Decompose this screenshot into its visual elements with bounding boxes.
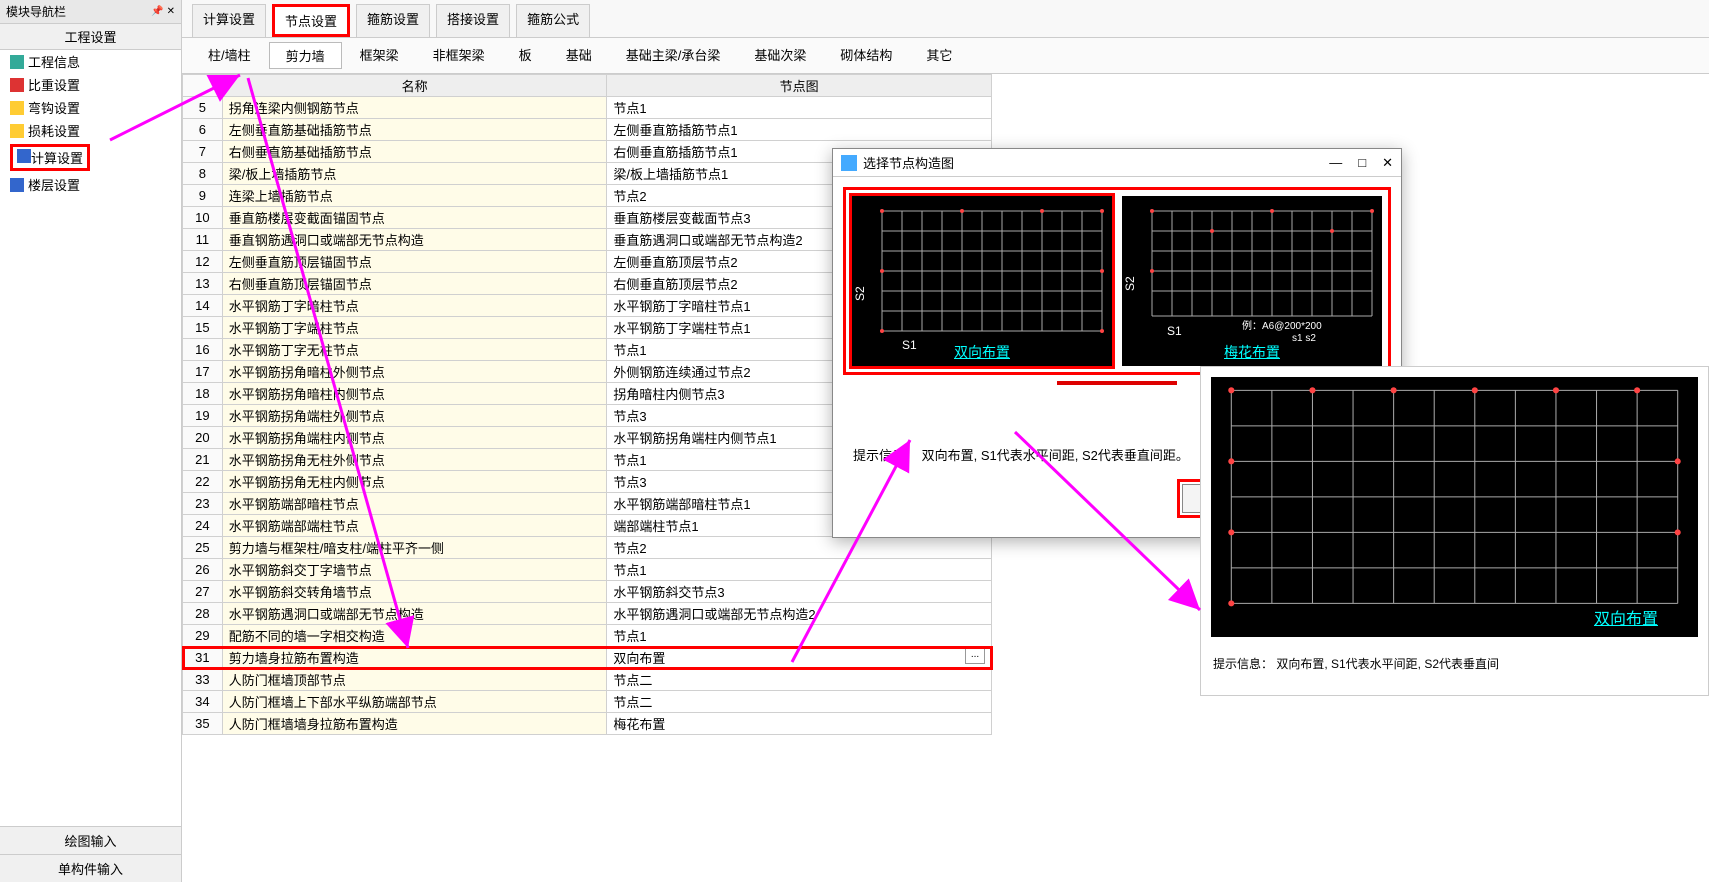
- subtab-4[interactable]: 板: [503, 42, 548, 69]
- sidebar-item-4[interactable]: 计算设置: [0, 142, 181, 173]
- svg-text:S1: S1: [902, 338, 917, 352]
- minimize-icon[interactable]: —: [1329, 155, 1342, 171]
- preview-row: S2 S1 双向布置 S2 S1 例：A6@200*200: [843, 187, 1391, 375]
- right-preview-label: 双向布置: [1594, 605, 1658, 629]
- sidebar-item-5[interactable]: 楼层设置: [0, 173, 181, 196]
- tree-icon: [10, 178, 24, 192]
- preview-2-label: 梅花布置: [1224, 342, 1280, 362]
- subtab-3[interactable]: 非框架梁: [417, 42, 501, 69]
- tree-label: 损耗设置: [28, 121, 80, 140]
- preview-option-1[interactable]: S2 S1 双向布置: [852, 196, 1112, 366]
- tree-label: 比重设置: [28, 75, 80, 94]
- sidebar-item-3[interactable]: 损耗设置: [0, 119, 181, 142]
- tabs-top: 计算设置节点设置箍筋设置搭接设置箍筋公式: [182, 0, 1709, 38]
- sidebar: 模块导航栏 📌 ✕ 工程设置 工程信息比重设置弯钩设置损耗设置计算设置楼层设置 …: [0, 0, 182, 882]
- tree-icon: [10, 55, 24, 69]
- subtab-6[interactable]: 基础主梁/承台梁: [610, 42, 737, 69]
- dialog-title: 选择节点构造图: [863, 153, 954, 172]
- table-row[interactable]: 33人防门框墙顶部节点节点二: [183, 669, 992, 691]
- tree-icon: [10, 78, 24, 92]
- subtab-0[interactable]: 柱/墙柱: [192, 42, 267, 69]
- nav-tree: 工程信息比重设置弯钩设置损耗设置计算设置楼层设置: [0, 50, 181, 826]
- tree-label: 计算设置: [31, 151, 83, 166]
- tree-label: 弯钩设置: [28, 98, 80, 117]
- tree-icon: [10, 124, 24, 138]
- sidebar-item-2[interactable]: 弯钩设置: [0, 96, 181, 119]
- right-preview-pane: 双向布置 提示信息： 双向布置, S1代表水平间距, S2代表垂直间: [1200, 366, 1709, 696]
- tab-3[interactable]: 搭接设置: [436, 4, 510, 37]
- table-row[interactable]: 25剪力墙与框架柱/暗支柱/端柱平齐一侧节点2: [183, 537, 992, 559]
- table-row[interactable]: 6左侧垂直筋基础插筋节点左侧垂直筋插筋节点1: [183, 119, 992, 141]
- th-node: 节点图: [607, 75, 992, 97]
- table-row[interactable]: 31剪力墙身拉筋布置构造双向布置...: [183, 647, 992, 669]
- th-name: 名称: [222, 75, 607, 97]
- subtab-8[interactable]: 砌体结构: [824, 42, 908, 69]
- tree-icon: [17, 149, 31, 163]
- table-row[interactable]: 26水平钢筋斜交丁字墙节点节点1: [183, 559, 992, 581]
- browse-button[interactable]: ...: [965, 648, 985, 664]
- table-row[interactable]: 27水平钢筋斜交转角墙节点水平钢筋斜交节点3: [183, 581, 992, 603]
- sidebar-bottom-single[interactable]: 单构件输入: [0, 854, 181, 882]
- tree-label: 工程信息: [28, 52, 80, 71]
- tab-4[interactable]: 箍筋公式: [516, 4, 590, 37]
- sidebar-section-title: 工程设置: [0, 24, 181, 50]
- sidebar-item-1[interactable]: 比重设置: [0, 73, 181, 96]
- sidebar-header-title: 模块导航栏: [6, 3, 66, 20]
- tree-icon: [10, 101, 24, 115]
- svg-text:例：A6@200*200: 例：A6@200*200: [1242, 319, 1322, 332]
- table-row[interactable]: 34人防门框墙上下部水平纵筋端部节点节点二: [183, 691, 992, 713]
- svg-text:s1 s2: s1 s2: [1292, 333, 1316, 344]
- sidebar-header: 模块导航栏 📌 ✕: [0, 0, 181, 24]
- maximize-icon[interactable]: □: [1358, 155, 1366, 171]
- sidebar-item-0[interactable]: 工程信息: [0, 50, 181, 73]
- close-icon[interactable]: ✕: [1382, 155, 1393, 171]
- dialog-header: 选择节点构造图 — □ ✕: [833, 149, 1401, 177]
- subtab-1[interactable]: 剪力墙: [269, 42, 342, 69]
- tree-label: 楼层设置: [28, 175, 80, 194]
- table-row[interactable]: 5拐角连梁内侧钢筋节点节点1: [183, 97, 992, 119]
- table-row[interactable]: 28水平钢筋遇洞口或端部无节点构造水平钢筋遇洞口或端部无节点构造2: [183, 603, 992, 625]
- svg-text:S2: S2: [853, 286, 867, 301]
- tabs-sub: 柱/墙柱剪力墙框架梁非框架梁板基础基础主梁/承台梁基础次梁砌体结构其它: [182, 38, 1709, 74]
- svg-text:S2: S2: [1123, 276, 1137, 291]
- pin-icon[interactable]: 📌 ✕: [151, 6, 175, 17]
- tab-1[interactable]: 节点设置: [272, 4, 350, 37]
- tab-0[interactable]: 计算设置: [192, 4, 266, 37]
- right-preview: 双向布置: [1211, 377, 1698, 637]
- tab-2[interactable]: 箍筋设置: [356, 4, 430, 37]
- subtab-2[interactable]: 框架梁: [344, 42, 415, 69]
- preview-1-label: 双向布置: [954, 342, 1010, 362]
- subtab-5[interactable]: 基础: [550, 42, 608, 69]
- sidebar-bottom-draw[interactable]: 绘图输入: [0, 826, 181, 854]
- svg-text:S1: S1: [1167, 324, 1182, 338]
- subtab-9[interactable]: 其它: [910, 42, 968, 69]
- table-row[interactable]: 29配筋不同的墙一字相交构造节点1: [183, 625, 992, 647]
- subtab-7[interactable]: 基础次梁: [738, 42, 822, 69]
- dialog-icon: [841, 155, 857, 171]
- right-hint: 提示信息： 双向布置, S1代表水平间距, S2代表垂直间: [1201, 647, 1708, 680]
- table-row[interactable]: 35人防门框墙墙身拉筋布置构造梅花布置: [183, 713, 992, 735]
- preview-option-2[interactable]: S2 S1 例：A6@200*200 s1 s2 梅花布置: [1122, 196, 1382, 366]
- th-num: [183, 75, 223, 97]
